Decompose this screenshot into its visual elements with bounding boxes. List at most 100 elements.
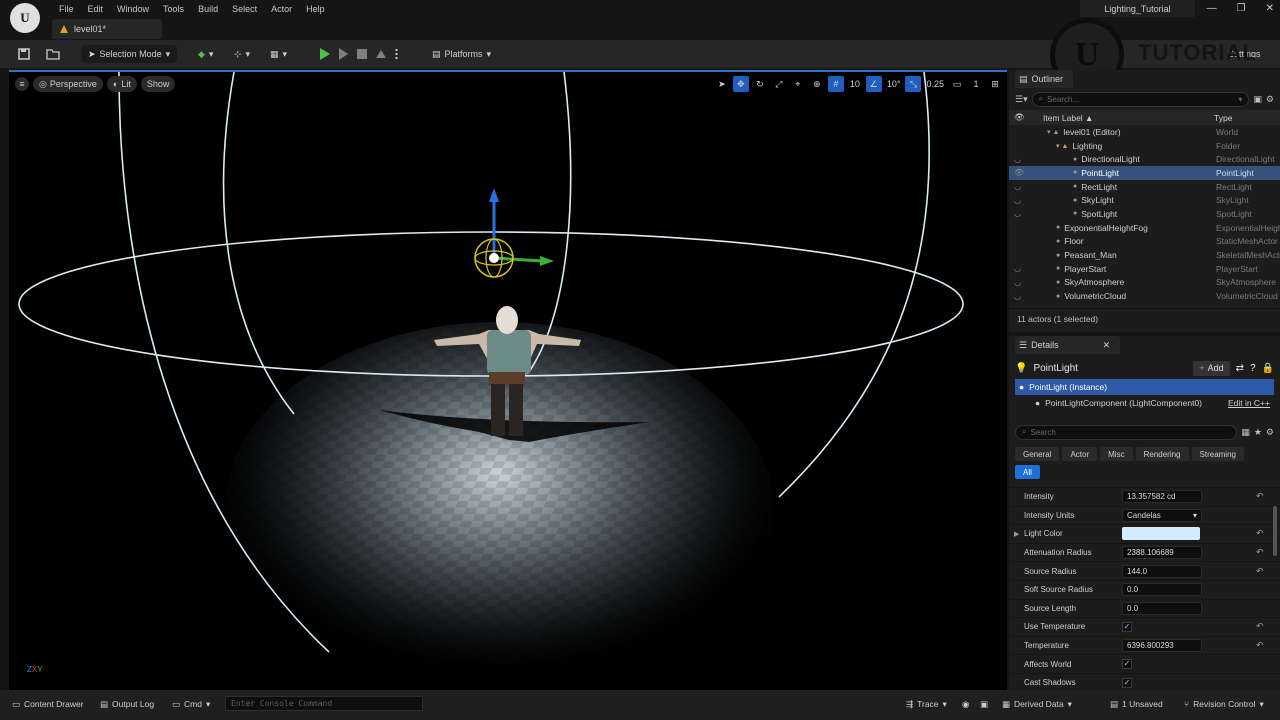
content-drawer-button[interactable]: ▭ Content Drawer [12, 697, 84, 711]
add-actor-button[interactable]: ◆ ▾ [198, 45, 213, 63]
menu-select[interactable]: Select [225, 3, 264, 15]
property-value-input[interactable]: 13.357582 cd [1122, 490, 1202, 504]
gear-icon[interactable]: ⚙ [1266, 427, 1274, 438]
outliner-row[interactable]: ▾ ▲ Lighting Folder [1009, 139, 1280, 153]
reset-to-default-icon[interactable]: ↶ [1256, 640, 1264, 651]
favorites-star-icon[interactable]: ★ [1254, 427, 1262, 438]
visibility-eye-icon[interactable]: 👁 [1014, 168, 1024, 177]
filter-rendering[interactable]: Rendering [1135, 447, 1189, 461]
property-checkbox[interactable]: ✓ [1122, 677, 1132, 688]
close-tab-icon[interactable]: ✕ [1103, 340, 1111, 351]
revision-control-button[interactable]: ⑂ Revision Control ▾ [1184, 697, 1264, 711]
cinematics-button[interactable]: ▦ ▾ [270, 45, 287, 63]
component-row[interactable]: ● PointLightComponent (LightComponent0) … [1009, 395, 1280, 411]
outliner-row[interactable]: ▾ ▲ level01 (Editor) World [1009, 125, 1280, 139]
filter-misc[interactable]: Misc [1100, 447, 1133, 461]
rotate-mode-icon[interactable]: ↻ [752, 76, 768, 92]
visibility-eye-icon[interactable]: ◡ [1014, 264, 1024, 273]
scale-snap-icon[interactable]: ⤡ [905, 76, 922, 92]
outliner-row[interactable]: ◡ ● SkyLight SkyLight [1009, 193, 1280, 207]
reset-to-default-icon[interactable]: ↶ [1256, 621, 1264, 632]
console-input[interactable]: Enter Console Command [225, 696, 423, 711]
trace-dropdown[interactable]: ⇶ Trace ▾ [906, 697, 947, 711]
property-value-input[interactable]: 6396.800293 [1122, 639, 1202, 653]
item-label-column[interactable]: Item Label ▲ [1043, 113, 1093, 123]
unsaved-button[interactable]: ▤ 1 Unsaved [1110, 697, 1163, 711]
filter-all[interactable]: All [1015, 465, 1040, 479]
outliner-row[interactable]: ●ExponentialHeightFogExponentialHeightFo… [1009, 221, 1280, 235]
visibility-eye-icon[interactable]: ◡ [1014, 196, 1024, 205]
property-checkbox[interactable]: ✓ [1122, 659, 1132, 670]
surface-snap-icon[interactable]: ⌖ [790, 76, 806, 92]
menu-file[interactable]: File [52, 3, 81, 15]
play-icon[interactable] [320, 48, 330, 60]
outliner-search-input[interactable]: ⌕ Search... ▾ [1031, 91, 1250, 107]
level-viewport[interactable]: ≡ ◎ Perspective ◐ Lit Show ➤ ✥ ↻ ⤢ ⌖ ⊕ #… [9, 70, 1007, 690]
selection-mode-dropdown[interactable]: ➤ Selection Mode ▾ [82, 45, 177, 63]
camera-speed-icon[interactable]: ▭ [949, 76, 965, 92]
filter-actor[interactable]: Actor [1062, 447, 1098, 461]
visibility-column-icon[interactable]: 👁 [1014, 112, 1025, 123]
outliner-row[interactable]: ◡ ● PlayerStart PlayerStart [1009, 262, 1280, 276]
filter-general[interactable]: General [1015, 447, 1060, 461]
filter-icon[interactable]: ☰▾ [1015, 94, 1028, 105]
platforms-button[interactable]: ▤ Platforms ▾ [432, 45, 491, 63]
menu-window[interactable]: Window [110, 3, 156, 15]
record-icon[interactable]: ◉ [962, 697, 969, 711]
outliner-row[interactable]: 👁 ● PointLight PointLight [1009, 166, 1280, 180]
minimize-button[interactable]: — [1207, 3, 1217, 14]
outliner-row[interactable]: ◡ ● SpotLight SpotLight [1009, 207, 1280, 221]
scale-snap-value[interactable]: 0.25 [924, 76, 946, 92]
lit-button[interactable]: ◐ Lit [106, 76, 137, 92]
blueprint-icon[interactable]: ⇄ [1236, 363, 1244, 374]
add-folder-icon[interactable]: ▣ [1253, 94, 1262, 105]
maximize-button[interactable]: ❐ [1237, 3, 1246, 14]
perspective-button[interactable]: ◎ Perspective [33, 76, 103, 92]
instance-row[interactable]: ● PointLight (Instance) [1015, 379, 1274, 395]
menu-actor[interactable]: Actor [264, 3, 299, 15]
camera-speed-value[interactable]: 1 [968, 76, 984, 92]
property-checkbox[interactable]: ✓ [1122, 621, 1132, 632]
more-options-icon[interactable] [395, 48, 398, 60]
outliner-row[interactable]: ◡ ● VolumetricCloud VolumetricCloud [1009, 289, 1280, 303]
details-tab[interactable]: ☰ Details ✕ [1015, 336, 1121, 354]
output-log-button[interactable]: ▤ Output Log [100, 697, 154, 711]
menu-tools[interactable]: Tools [156, 3, 191, 15]
details-scrollbar[interactable] [1273, 506, 1277, 556]
property-value-input[interactable]: 0.0 [1122, 601, 1202, 615]
outliner-tab[interactable]: ▤ Outliner [1015, 70, 1074, 88]
property-value-input[interactable]: 2388.106689 [1122, 546, 1202, 560]
gear-icon[interactable]: ⚙ [1266, 94, 1274, 105]
help-icon[interactable]: ? [1250, 363, 1256, 374]
camera-icon[interactable]: ▣ [980, 697, 988, 711]
rotation-snap-icon[interactable]: ∠ [865, 76, 882, 92]
lock-icon[interactable]: 🔒 [1262, 363, 1274, 374]
grid-snap-value[interactable]: 10 [847, 76, 863, 92]
expand-arrow-icon[interactable]: ▶ [1014, 530, 1019, 538]
step-icon[interactable] [339, 48, 348, 60]
visibility-eye-icon[interactable]: ◡ [1014, 292, 1024, 301]
visibility-eye-icon[interactable]: ◡ [1014, 209, 1024, 218]
reset-to-default-icon[interactable]: ↶ [1256, 547, 1264, 558]
outliner-row[interactable]: ● Peasant_Man SkeletalMeshActor [1009, 248, 1280, 262]
reset-to-default-icon[interactable]: ↶ [1256, 491, 1264, 502]
stop-icon[interactable] [357, 49, 367, 59]
visibility-eye-icon[interactable]: ◡ [1014, 155, 1024, 164]
reset-to-default-icon[interactable]: ↶ [1256, 528, 1264, 539]
close-button[interactable]: ✕ [1266, 3, 1274, 14]
select-mode-icon[interactable]: ➤ [714, 76, 730, 92]
outliner-row[interactable]: ◡ ● DirectionalLight DirectionalLight [1009, 152, 1280, 166]
menu-build[interactable]: Build [191, 3, 225, 15]
menu-help[interactable]: Help [299, 3, 332, 15]
hamburger-menu-icon[interactable]: ≡ [15, 77, 29, 91]
add-component-button[interactable]: + Add [1193, 360, 1230, 376]
grid-view-icon[interactable]: ▦ [1241, 427, 1250, 438]
visibility-eye-icon[interactable]: ◡ [1014, 278, 1024, 287]
derived-data-button[interactable]: ▦ Derived Data ▾ [1002, 697, 1072, 711]
scale-mode-icon[interactable]: ⤢ [771, 76, 787, 92]
level-tab[interactable]: level01* [52, 19, 162, 39]
menu-edit[interactable]: Edit [81, 3, 111, 15]
edit-in-cpp-link[interactable]: Edit in C++ [1228, 398, 1270, 408]
eject-icon[interactable] [376, 50, 386, 58]
grid-snap-icon[interactable]: # [827, 76, 844, 92]
